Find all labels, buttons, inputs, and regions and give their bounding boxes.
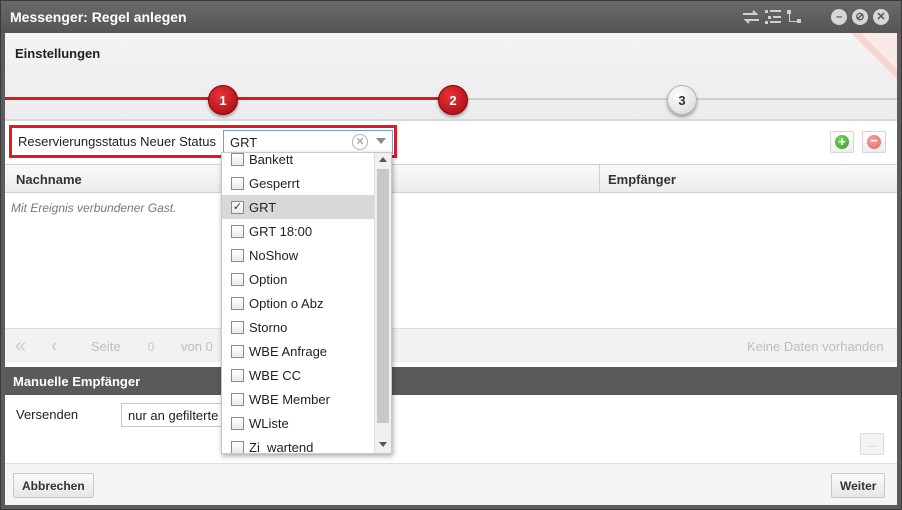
first-page-icon[interactable]: « bbox=[15, 335, 26, 358]
dropdown-item-label: WBE Anfrage bbox=[249, 343, 328, 359]
swap-icon[interactable] bbox=[741, 8, 761, 26]
dialog-content: Einstellungen 1 2 3 Reservierungsstatus … bbox=[5, 33, 897, 505]
step-2[interactable]: 2 bbox=[438, 85, 468, 115]
title-bar[interactable]: Messenger: Regel anlegen – ⊘ ✕ bbox=[1, 1, 901, 33]
dropdown-item[interactable]: GRT 18:00 bbox=[222, 219, 375, 243]
checkbox-icon[interactable] bbox=[231, 344, 244, 358]
filter-label: Reservierungsstatus Neuer Status bbox=[18, 134, 216, 149]
dropdown-item[interactable]: Storno bbox=[222, 315, 375, 339]
next-button[interactable]: Weiter bbox=[831, 473, 886, 498]
corner-decoration bbox=[851, 33, 897, 79]
grid-body: Mit Ereignis verbundener Gast. bbox=[5, 193, 897, 328]
remove-icon: − bbox=[867, 134, 881, 149]
dropdown-item-label: Gesperrt bbox=[249, 175, 300, 191]
previous-page-icon[interactable]: ‹ bbox=[51, 335, 58, 358]
page-label: Seite bbox=[91, 339, 121, 354]
dropdown-item-label: WBE Member bbox=[249, 391, 330, 407]
dialog-window: Messenger: Regel anlegen – ⊘ ✕ Einstellu… bbox=[0, 0, 902, 510]
add-icon: + bbox=[835, 135, 849, 149]
scroll-up-icon[interactable] bbox=[379, 157, 387, 162]
dropdown-items: Bankett Gesperrt ✓ GRT GRT 18:00 NoShow Option… bbox=[222, 152, 375, 454]
dropdown-item[interactable]: Zi_wartend bbox=[222, 435, 375, 454]
status-combo[interactable]: GRT ✕ bbox=[223, 130, 393, 154]
dropdown-item-label: Zi_wartend bbox=[249, 439, 314, 454]
step-1[interactable]: 1 bbox=[208, 85, 238, 115]
chevron-down-icon[interactable] bbox=[376, 138, 386, 144]
tree-expand-icon[interactable] bbox=[763, 8, 783, 26]
filter-bar: Reservierungsstatus Neuer Status GRT ✕ +… bbox=[5, 121, 897, 163]
dropdown-scrollbar[interactable] bbox=[374, 153, 391, 453]
clear-icon[interactable]: ✕ bbox=[352, 134, 368, 150]
checkbox-icon[interactable] bbox=[231, 440, 244, 453]
scrollbar-thumb[interactable] bbox=[377, 169, 389, 423]
checkbox-icon[interactable] bbox=[231, 224, 244, 238]
wizard-title: Einstellungen bbox=[15, 46, 101, 61]
status-dropdown-list[interactable]: Bankett Gesperrt ✓ GRT GRT 18:00 NoShow Option… bbox=[221, 152, 392, 454]
manual-recipients-header: Manuelle Empfänger bbox=[5, 367, 897, 395]
status-combo-value: GRT bbox=[230, 135, 258, 150]
dropdown-item[interactable]: Bankett bbox=[222, 152, 375, 171]
dropdown-item-label: GRT bbox=[249, 199, 277, 215]
dropdown-item[interactable]: ✓ GRT bbox=[222, 195, 375, 219]
dropdown-item[interactable]: WBE CC bbox=[222, 363, 375, 387]
checkbox-icon[interactable] bbox=[231, 153, 244, 166]
manual-recipients-title: Manuelle Empfänger bbox=[13, 374, 141, 389]
checkbox-checked-icon[interactable]: ✓ bbox=[231, 200, 244, 214]
grid-empty-text: Mit Ereignis verbundener Gast. bbox=[11, 201, 177, 215]
no-data-label: Keine Daten vorhanden bbox=[747, 339, 884, 354]
checkbox-icon[interactable] bbox=[231, 416, 244, 430]
dropdown-item[interactable]: WBE Anfrage bbox=[222, 339, 375, 363]
dropdown-item[interactable]: WListe bbox=[222, 411, 375, 435]
column-header-empfaenger[interactable]: Empfänger bbox=[608, 172, 676, 187]
dropdown-item-label: Bankett bbox=[249, 152, 294, 167]
add-button[interactable]: + bbox=[830, 131, 854, 153]
grid-header: Nachname Empfänger bbox=[5, 164, 897, 193]
scroll-down-icon[interactable] bbox=[379, 442, 387, 447]
send-select-value: nur an gefilterte bbox=[128, 408, 219, 423]
column-separator bbox=[599, 165, 600, 193]
step-3[interactable]: 3 bbox=[667, 85, 697, 115]
checkbox-icon[interactable] bbox=[231, 320, 244, 334]
page-of-label: von 0 bbox=[181, 339, 213, 354]
dropdown-item[interactable]: Option bbox=[222, 267, 375, 291]
dropdown-item[interactable]: NoShow bbox=[222, 243, 375, 267]
manual-recipients-panel: Versenden nur an gefilterte ... bbox=[5, 395, 897, 463]
dropdown-item[interactable]: Gesperrt bbox=[222, 171, 375, 195]
checkbox-icon[interactable] bbox=[231, 272, 244, 286]
send-label: Versenden bbox=[16, 407, 79, 422]
window-title: Messenger: Regel anlegen bbox=[10, 9, 187, 25]
page-input[interactable] bbox=[139, 337, 163, 357]
dropdown-item-label: WBE CC bbox=[249, 367, 301, 383]
dialog-footer: Abbrechen Weiter bbox=[5, 463, 897, 505]
dropdown-item-label: NoShow bbox=[249, 247, 299, 263]
maximize-icon[interactable]: ⊘ bbox=[852, 9, 868, 25]
remove-button[interactable]: − bbox=[862, 131, 886, 153]
dropdown-item-label: WListe bbox=[249, 415, 289, 431]
dropdown-item-label: Option bbox=[249, 271, 288, 287]
column-header-nachname[interactable]: Nachname bbox=[16, 172, 82, 187]
dropdown-item[interactable]: WBE Member bbox=[222, 387, 375, 411]
dropdown-item-label: GRT 18:00 bbox=[249, 223, 313, 239]
send-select[interactable]: nur an gefilterte bbox=[121, 403, 231, 427]
cancel-button[interactable]: Abbrechen bbox=[13, 473, 94, 498]
minimize-icon[interactable]: – bbox=[831, 9, 847, 25]
checkbox-icon[interactable] bbox=[231, 176, 244, 190]
wizard-header: Einstellungen 1 2 3 bbox=[5, 33, 897, 119]
checkbox-icon[interactable] bbox=[231, 248, 244, 262]
tree-collapse-icon[interactable] bbox=[785, 8, 805, 26]
pager: « ‹ Seite von 0 Keine Daten vorhanden bbox=[5, 328, 897, 362]
checkbox-icon[interactable] bbox=[231, 296, 244, 310]
dropdown-item-label: Storno bbox=[249, 319, 288, 335]
dropdown-item[interactable]: Option o Abz bbox=[222, 291, 375, 315]
close-icon[interactable]: ✕ bbox=[873, 9, 889, 25]
dropdown-item-label: Option o Abz bbox=[249, 295, 324, 311]
checkbox-icon[interactable] bbox=[231, 392, 244, 406]
checkbox-icon[interactable] bbox=[231, 368, 244, 382]
more-button[interactable]: ... bbox=[860, 433, 884, 455]
